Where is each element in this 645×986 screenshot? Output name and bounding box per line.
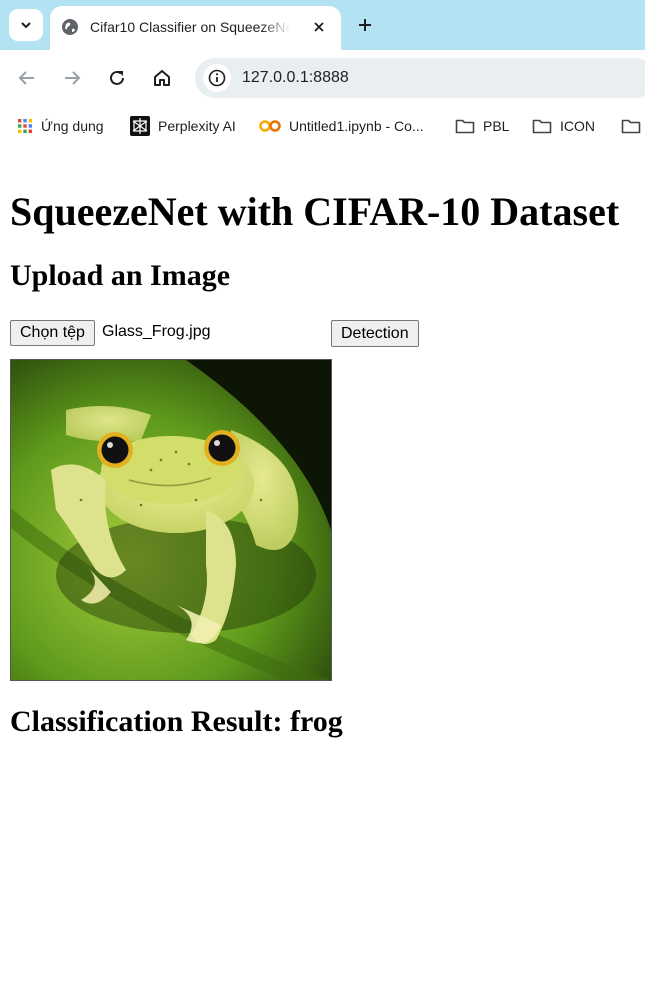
active-tab[interactable]: Cifar10 Classifier on SqueezeNet [50, 6, 341, 50]
tab-search-button[interactable] [9, 9, 43, 41]
detection-button[interactable]: Detection [331, 320, 419, 347]
tab-title: Cifar10 Classifier on SqueezeNet [90, 19, 290, 35]
site-info-button[interactable] [203, 64, 231, 92]
reload-button[interactable] [105, 66, 129, 90]
new-tab-button[interactable] [353, 13, 377, 37]
bookmark-label: Untitled1.ipynb - Co... [289, 118, 424, 134]
selected-file-name: Glass_Frog.jpg [102, 323, 211, 340]
bookmark-colab[interactable]: Untitled1.ipynb - Co... [259, 116, 424, 136]
folder-icon [532, 119, 552, 134]
bookmark-label: Perplexity AI [158, 118, 236, 134]
uploaded-image-preview [10, 359, 332, 681]
forward-button[interactable] [60, 66, 84, 90]
reload-icon [110, 70, 124, 85]
bookmark-label: PBL [483, 118, 510, 134]
bookmark-apps[interactable]: Ứng dụng [17, 116, 104, 136]
bookmark-perplexity[interactable]: Perplexity AI [130, 116, 236, 136]
info-icon [208, 69, 226, 87]
back-button[interactable] [15, 66, 39, 90]
bookmark-label: Ứng dụng [41, 118, 104, 134]
arrow-right-icon [65, 71, 81, 85]
address-bar[interactable]: 127.0.0.1:8888 [195, 58, 645, 98]
chevron-down-icon [21, 22, 31, 29]
choose-file-button[interactable]: Chọn tệp [10, 320, 95, 346]
apps-grid-icon [18, 119, 32, 133]
upload-heading: Upload an Image [10, 259, 231, 292]
folder-icon [455, 119, 475, 134]
home-icon [154, 70, 170, 86]
page-content: SqueezeNet with CIFAR-10 Dataset Upload … [0, 146, 645, 986]
url-text: 127.0.0.1:8888 [242, 69, 349, 86]
browser-toolbar: 127.0.0.1:8888 [0, 50, 645, 106]
classification-result: Classification Result: frog [10, 705, 343, 738]
frog-photo [11, 360, 331, 680]
arrow-left-icon [18, 71, 34, 85]
bookmark-folder-pbl[interactable]: PBL [455, 116, 509, 136]
bookmark-folder-overflow[interactable] [621, 116, 645, 136]
colab-icon [259, 120, 281, 132]
close-icon [314, 22, 324, 32]
folder-icon [621, 119, 641, 134]
perplexity-icon [130, 116, 150, 136]
globe-icon [62, 19, 78, 35]
home-button[interactable] [150, 66, 174, 90]
bookmark-folder-icon[interactable]: ICON [532, 116, 595, 136]
page-title: SqueezeNet with CIFAR-10 Dataset [10, 189, 620, 234]
plus-icon [359, 19, 371, 31]
close-tab-button[interactable] [309, 17, 329, 37]
bookmarks-bar: Ứng dụng Perplexity AI Untitled1.ipynb -… [0, 106, 645, 146]
tab-strip: Cifar10 Classifier on SqueezeNet [0, 0, 645, 50]
bookmark-label: ICON [560, 118, 595, 134]
